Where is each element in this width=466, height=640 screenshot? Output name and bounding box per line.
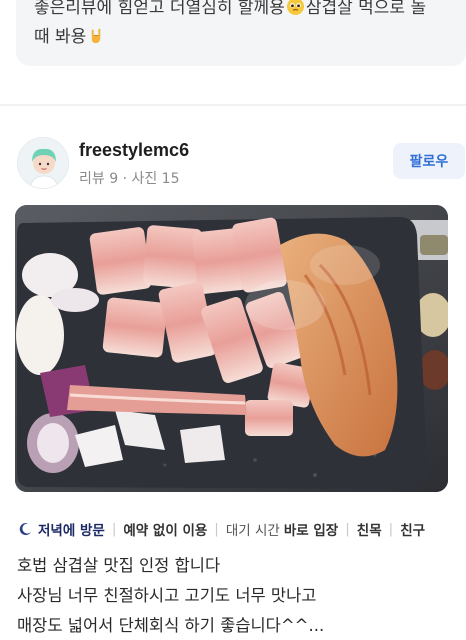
wait-time-value: 바로 입장 — [283, 523, 339, 539]
tag-separator: | — [111, 521, 117, 537]
follow-button[interactable]: 팔로우 — [393, 143, 465, 179]
avatar-illustration-icon — [18, 138, 68, 188]
reservation-tag: 예약 없이 이용 — [123, 523, 208, 539]
review-photo[interactable] — [15, 205, 448, 492]
tag-separator: | — [345, 521, 350, 537]
previous-review-text-2: 때 봐용 — [34, 27, 87, 47]
pork-belly-grill-image — [15, 205, 448, 492]
previous-review-line-1: 좋은리뷰에 힘얻고 더열심히 할께용 삼겹살 먹으로 놀 — [34, 0, 448, 23]
rock-hand-emoji-icon — [92, 28, 101, 44]
visit-tags: 저녁에 방문 | 예약 없이 이용 | 대기 시간 바로 입장 | 친목 | 친… — [17, 518, 425, 540]
tag-separator: | — [214, 521, 219, 537]
previous-review-card: 좋은리뷰에 힘얻고 더열심히 할께용 삼겹살 먹으로 놀 때 봐용 — [16, 0, 466, 66]
review-line-2: 사장님 너무 친절하시고 고기도 너무 맛나고 — [17, 586, 317, 605]
companion-tag-1: 친목 — [356, 523, 382, 539]
moon-icon — [19, 523, 31, 536]
previous-review-text: 좋은리뷰에 힘얻고 더열심히 할께용 — [34, 0, 285, 18]
previous-review-text-tail: 삼겹살 먹으로 놀 — [305, 0, 427, 18]
section-divider — [0, 104, 466, 106]
review-line-3: 매장도 넓어서 단체회식 하기 좋습니다^^... — [17, 616, 325, 635]
wait-time-label: 대기 시간 — [225, 523, 280, 539]
reviewer-meta: 리뷰 9 · 사진 15 — [79, 171, 180, 187]
visit-time-tag: 저녁에 방문 — [38, 523, 105, 539]
previous-review-line-2: 때 봐용 — [34, 23, 448, 52]
tag-separator: | — [388, 521, 394, 537]
companion-tag-2: 친구 — [400, 523, 426, 539]
review-line-1: 호법 삼겹살 맛집 인정 합니다 — [17, 556, 221, 575]
review-body[interactable]: 호법 삼겹살 맛집 인정 합니다 사장님 너무 친절하시고 고기도 너무 맛나고… — [17, 551, 457, 640]
reviewer-username[interactable]: freestylemc6 — [79, 140, 189, 161]
avatar[interactable] — [17, 137, 69, 189]
pleading-face-emoji-icon — [286, 0, 304, 16]
